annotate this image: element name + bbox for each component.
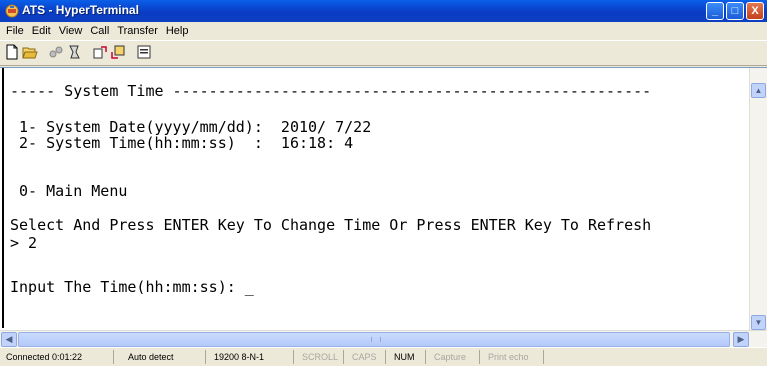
properties-icon[interactable] [136, 44, 152, 60]
terminal-line: Input The Time(hh:mm:ss): _ [10, 278, 254, 296]
new-icon[interactable] [4, 44, 20, 60]
grip-icon [371, 337, 381, 342]
status-settings: 19200 8-N-1 [210, 350, 294, 364]
terminal-text-area[interactable]: ----- System Time ----------------------… [2, 68, 742, 328]
terminal-line: 0- Main Menu [10, 182, 128, 200]
hyperterminal-icon [5, 4, 19, 18]
status-num: NUM [390, 350, 426, 364]
status-print-echo: Print echo [484, 350, 544, 364]
terminal-line: Select And Press ENTER Key To Change Tim… [10, 216, 652, 234]
scroll-up-button[interactable]: ▲ [751, 83, 766, 98]
menu-call[interactable]: Call [86, 22, 113, 40]
scroll-left-button[interactable]: ◀ [1, 332, 17, 347]
scroll-thumb[interactable] [18, 332, 730, 347]
maximize-button[interactable]: □ [726, 2, 744, 20]
toolbar [0, 40, 767, 66]
menu-bar: File Edit View Call Transfer Help [0, 22, 767, 40]
vertical-scrollbar[interactable]: ▲ ▼ [749, 68, 767, 331]
status-caps: CAPS [348, 350, 386, 364]
scroll-right-button[interactable]: ▶ [733, 332, 749, 347]
menu-transfer[interactable]: Transfer [113, 22, 162, 40]
menu-file[interactable]: File [2, 22, 28, 40]
open-icon[interactable] [22, 44, 38, 60]
disconnect-icon[interactable] [48, 44, 64, 60]
terminal-line: > 2 [10, 234, 38, 252]
window-controls: _ □ X [704, 2, 764, 20]
window-title: ATS - HyperTerminal [22, 3, 139, 17]
horizontal-scrollbar[interactable]: ◀ ▶ [0, 330, 767, 348]
status-capture: Capture [430, 350, 480, 364]
send-icon[interactable] [92, 44, 108, 60]
status-scroll: SCROLL [298, 350, 344, 364]
terminal-line: 2- System Time(hh:mm:ss) : 16:18: 4 [10, 134, 354, 152]
close-button[interactable]: X [746, 2, 764, 20]
scroll-down-button[interactable]: ▼ [751, 315, 766, 330]
menu-view[interactable]: View [55, 22, 87, 40]
dial-icon[interactable] [66, 44, 82, 60]
status-detect: Auto detect [124, 350, 206, 364]
receive-icon[interactable] [110, 44, 126, 60]
terminal-window[interactable]: ----- System Time ----------------------… [0, 67, 767, 331]
status-connected: Connected 0:01:22 [2, 350, 114, 364]
menu-help[interactable]: Help [162, 22, 193, 40]
title-bar[interactable]: ATS - HyperTerminal _ □ X [0, 0, 767, 22]
minimize-button[interactable]: _ [706, 2, 724, 20]
status-bar: Connected 0:01:22 Auto detect 19200 8-N-… [0, 347, 767, 366]
terminal-line: ----- System Time ----------------------… [10, 82, 652, 100]
menu-edit[interactable]: Edit [28, 22, 55, 40]
